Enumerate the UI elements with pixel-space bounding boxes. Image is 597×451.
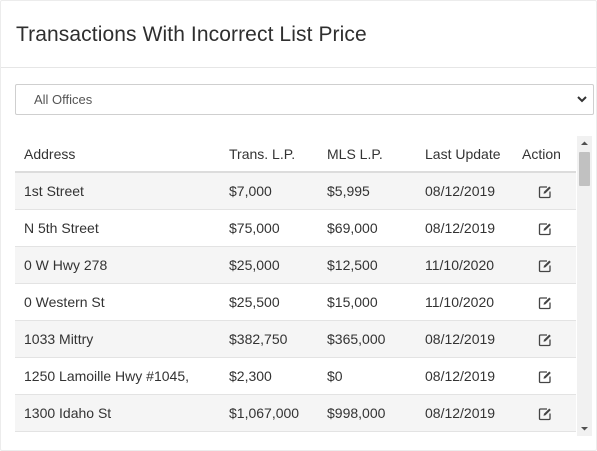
transactions-panel: Transactions With Incorrect List Price A… <box>0 0 597 451</box>
office-select-value: All Offices <box>34 92 93 107</box>
table-scrollbar[interactable] <box>577 136 592 436</box>
cell-last-update: 08/12/2019 <box>416 357 513 395</box>
cell-trans-lp: $382,750 <box>220 320 318 358</box>
scrollbar-thumb[interactable] <box>579 152 590 186</box>
cell-address: 1st Street <box>15 172 220 210</box>
cell-action <box>513 283 576 321</box>
cell-trans-lp: $25,000 <box>220 246 318 284</box>
transactions-table-container: Address Trans. L.P. MLS L.P. Last Update… <box>15 136 594 436</box>
table-header-row: Address Trans. L.P. MLS L.P. Last Update… <box>15 136 576 173</box>
edit-icon[interactable] <box>538 222 552 236</box>
cell-mls-lp: $365,000 <box>318 320 416 358</box>
transactions-table: Address Trans. L.P. MLS L.P. Last Update… <box>15 136 576 432</box>
table-row: 1250 Lamoille Hwy #1045, $2,300 $0 08/12/20… <box>15 357 576 395</box>
cell-trans-lp: $25,500 <box>220 283 318 321</box>
column-header-trans-lp[interactable]: Trans. L.P. <box>220 136 318 173</box>
cell-mls-lp: $15,000 <box>318 283 416 321</box>
table-row: 0 Western St $25,500 $15,000 11/10/2020 <box>15 283 576 321</box>
cell-action <box>513 172 576 210</box>
edit-icon[interactable] <box>538 185 552 199</box>
column-header-action: Action <box>513 136 576 173</box>
cell-address: 0 W Hwy 278 <box>15 246 220 284</box>
cell-action <box>513 320 576 358</box>
table-body: 1st Street $7,000 $5,995 08/12/2019 N 5th St… <box>15 172 576 432</box>
cell-action <box>513 394 576 432</box>
cell-trans-lp: $2,300 <box>220 357 318 395</box>
cell-action <box>513 357 576 395</box>
office-select[interactable]: All Offices <box>15 84 594 115</box>
cell-action <box>513 209 576 247</box>
cell-address: 1250 Lamoille Hwy #1045, <box>15 357 220 395</box>
table-row: 1300 Idaho St $1,067,000 $998,000 08/12/201… <box>15 394 576 432</box>
cell-address: 0 Western St <box>15 283 220 321</box>
page-title: Transactions With Incorrect List Price <box>16 22 367 46</box>
cell-last-update: 11/10/2020 <box>416 246 513 284</box>
cell-mls-lp: $0 <box>318 357 416 395</box>
table-row: 0 W Hwy 278 $25,000 $12,500 11/10/2020 <box>15 246 576 284</box>
cell-trans-lp: $7,000 <box>220 172 318 210</box>
column-header-address[interactable]: Address <box>15 136 220 173</box>
table-row: N 5th Street $75,000 $69,000 08/12/2019 <box>15 209 576 247</box>
cell-last-update: 11/10/2020 <box>416 283 513 321</box>
cell-mls-lp: $69,000 <box>318 209 416 247</box>
cell-mls-lp: $12,500 <box>318 246 416 284</box>
cell-last-update: 08/12/2019 <box>416 172 513 210</box>
edit-icon[interactable] <box>538 370 552 384</box>
table-row: 1st Street $7,000 $5,995 08/12/2019 <box>15 172 576 210</box>
cell-action <box>513 246 576 284</box>
table-row: 1033 Mittry $382,750 $365,000 08/12/2019 <box>15 320 576 358</box>
edit-icon[interactable] <box>538 333 552 347</box>
edit-icon[interactable] <box>538 407 552 421</box>
cell-mls-lp: $5,995 <box>318 172 416 210</box>
cell-trans-lp: $1,067,000 <box>220 394 318 432</box>
cell-last-update: 08/12/2019 <box>416 320 513 358</box>
column-header-mls-lp[interactable]: MLS L.P. <box>318 136 416 173</box>
panel-header: Transactions With Incorrect List Price <box>1 1 596 68</box>
scroll-down-arrow-icon[interactable] <box>577 421 592 436</box>
scroll-up-arrow-icon[interactable] <box>577 136 592 151</box>
cell-address: 1033 Mittry <box>15 320 220 358</box>
column-header-last-update[interactable]: Last Update <box>416 136 513 173</box>
cell-last-update: 08/12/2019 <box>416 209 513 247</box>
cell-last-update: 08/12/2019 <box>416 394 513 432</box>
cell-trans-lp: $75,000 <box>220 209 318 247</box>
chevron-down-icon <box>571 94 593 106</box>
cell-mls-lp: $998,000 <box>318 394 416 432</box>
cell-address: N 5th Street <box>15 209 220 247</box>
edit-icon[interactable] <box>538 259 552 273</box>
edit-icon[interactable] <box>538 296 552 310</box>
cell-address: 1300 Idaho St <box>15 394 220 432</box>
